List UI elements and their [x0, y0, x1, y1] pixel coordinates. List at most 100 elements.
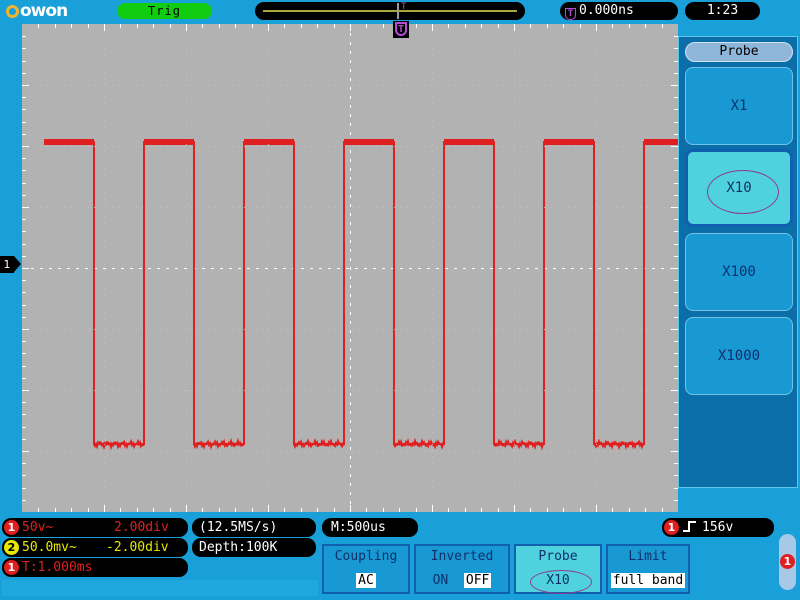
- menu-button-inverted-title: Inverted: [430, 549, 494, 564]
- menu-button-probe-title: Probe: [538, 549, 578, 564]
- menu-button-limit-value: full band: [608, 573, 688, 588]
- waveform-graticule[interactable]: [22, 24, 700, 512]
- logo-ring-icon: [6, 5, 19, 18]
- grid-edge-tick: [317, 24, 318, 28]
- trigger-t-icon: T: [565, 8, 576, 20]
- side-menu-item-x100[interactable]: X100: [685, 233, 793, 311]
- grid-edge-tick: [612, 24, 613, 28]
- waveform-high-segment: [544, 139, 594, 145]
- grid-edge-tick: [671, 390, 678, 391]
- grid-edge-tick: [88, 24, 89, 28]
- grid-edge-tick: [268, 24, 269, 31]
- waveform-low-noise-segment: [393, 437, 445, 450]
- menu-button-limit[interactable]: Limit full band: [606, 544, 690, 594]
- grid-edge-tick: [22, 244, 26, 245]
- grid-vertical-line: [268, 24, 269, 512]
- grid-edge-tick: [481, 24, 482, 28]
- grid-edge-tick: [186, 24, 187, 31]
- trigger-delay-readout: T 0.000ns: [560, 2, 678, 20]
- waveform-low-noise-segment: [193, 437, 245, 450]
- inverted-off-chip[interactable]: OFF: [463, 573, 492, 588]
- grid-edge-tick: [671, 329, 678, 330]
- trigger-level-readout[interactable]: 1 156v: [662, 518, 774, 537]
- limit-value-chip: full band: [610, 573, 686, 588]
- grid-edge-tick: [22, 488, 26, 489]
- waveform-high-segment: [244, 139, 294, 145]
- grid-edge-tick: [514, 505, 515, 512]
- side-menu-item-x1000-label: X1000: [717, 348, 761, 364]
- menu-button-coupling[interactable]: Coupling AC: [322, 544, 410, 594]
- rising-edge-icon: [683, 521, 696, 533]
- grid-edge-tick: [530, 24, 531, 28]
- grid-vertical-line: [514, 24, 515, 512]
- grid-edge-tick: [55, 24, 56, 28]
- channel2-readout[interactable]: 2 50.0mv~ -2.00div: [2, 538, 188, 557]
- bottom-status-area: 1 50v~ 2.00div 2 50.0mv~ -2.00div 1 T:1.…: [0, 512, 800, 600]
- grid-edge-tick: [22, 219, 26, 220]
- memory-position-bar[interactable]: T: [255, 2, 525, 20]
- grid-edge-tick: [22, 146, 29, 147]
- coupling-value-chip: AC: [356, 573, 376, 588]
- menu-button-coupling-title: Coupling: [334, 549, 398, 564]
- side-menu-title: Probe: [685, 42, 793, 62]
- channel2-scale: 50.0mv~: [22, 540, 77, 555]
- waveform-high-segment: [444, 139, 494, 145]
- grid-edge-tick: [104, 505, 105, 512]
- memory-cursor[interactable]: [397, 3, 399, 19]
- grid-edge-tick: [252, 24, 253, 28]
- grid-edge-tick: [22, 463, 26, 464]
- grid-edge-tick: [350, 505, 351, 512]
- side-menu-item-x1000[interactable]: X1000: [685, 317, 793, 395]
- grid-edge-tick: [22, 73, 26, 74]
- grid-edge-tick: [366, 24, 367, 28]
- grid-edge-tick: [22, 305, 26, 306]
- memory-span-line: [263, 10, 517, 12]
- side-menu-item-x1-label: X1: [730, 98, 748, 114]
- grid-edge-tick: [219, 24, 220, 28]
- menu-button-probe[interactable]: Probe X10: [514, 544, 602, 594]
- grid-horizontal-line: [22, 85, 678, 86]
- inverted-on-label[interactable]: ON: [433, 573, 449, 588]
- trigger-period-readout[interactable]: 1 T:1.000ms: [2, 558, 188, 577]
- channel1-readout[interactable]: 1 50v~ 2.00div: [2, 518, 188, 537]
- oscilloscope-screen: owon Trig T T 0.000ns 1:23 1 T Probe X1 X…: [0, 0, 800, 600]
- side-menu-item-x10[interactable]: X10: [685, 149, 793, 227]
- grid-edge-tick: [268, 505, 269, 512]
- grid-edge-tick: [22, 329, 29, 330]
- grid-edge-tick: [22, 500, 26, 501]
- grid-edge-tick: [38, 24, 39, 28]
- grid-edge-tick: [22, 122, 26, 123]
- trigger-position-marker[interactable]: T: [393, 21, 409, 38]
- waveform-trace: [44, 141, 700, 445]
- grid-edge-tick: [22, 366, 26, 367]
- grid-edge-tick: [547, 24, 548, 28]
- channel1-ground-marker[interactable]: 1: [0, 256, 21, 273]
- side-menu-probe: Probe X1 X10 X100 X1000: [678, 36, 798, 488]
- grid-edge-tick: [416, 24, 417, 28]
- grid-edge-tick: [498, 24, 499, 28]
- timebase-readout[interactable]: M:500us: [322, 518, 418, 537]
- grid-edge-tick: [22, 317, 26, 318]
- waveform-low-noise-segment: [493, 438, 545, 451]
- grid-edge-tick: [432, 24, 433, 31]
- grid-edge-tick: [22, 427, 26, 428]
- grid-edge-tick: [22, 109, 26, 110]
- side-menu-item-x1[interactable]: X1: [685, 67, 793, 145]
- grid-edge-tick: [22, 170, 26, 171]
- waveform-high-segment: [344, 139, 394, 145]
- memory-depth-value: Depth:100K: [199, 540, 278, 555]
- menu-button-limit-title: Limit: [628, 549, 668, 564]
- right-scroll-indicator[interactable]: 1: [779, 534, 796, 590]
- channel2-badge: 2: [4, 540, 19, 555]
- brand-logo: owon: [6, 1, 106, 21]
- grid-edge-tick: [22, 402, 26, 403]
- grid-edge-tick: [22, 256, 26, 257]
- grid-edge-tick: [674, 488, 678, 489]
- grid-edge-tick: [629, 24, 630, 28]
- brand-name: owon: [20, 1, 68, 21]
- grid-edge-tick: [596, 505, 597, 512]
- grid-vertical-line: [596, 24, 597, 512]
- trigger-position-t-icon: T: [395, 22, 407, 36]
- menu-button-inverted[interactable]: Inverted ON OFF: [414, 544, 510, 594]
- grid-edge-tick: [22, 451, 29, 452]
